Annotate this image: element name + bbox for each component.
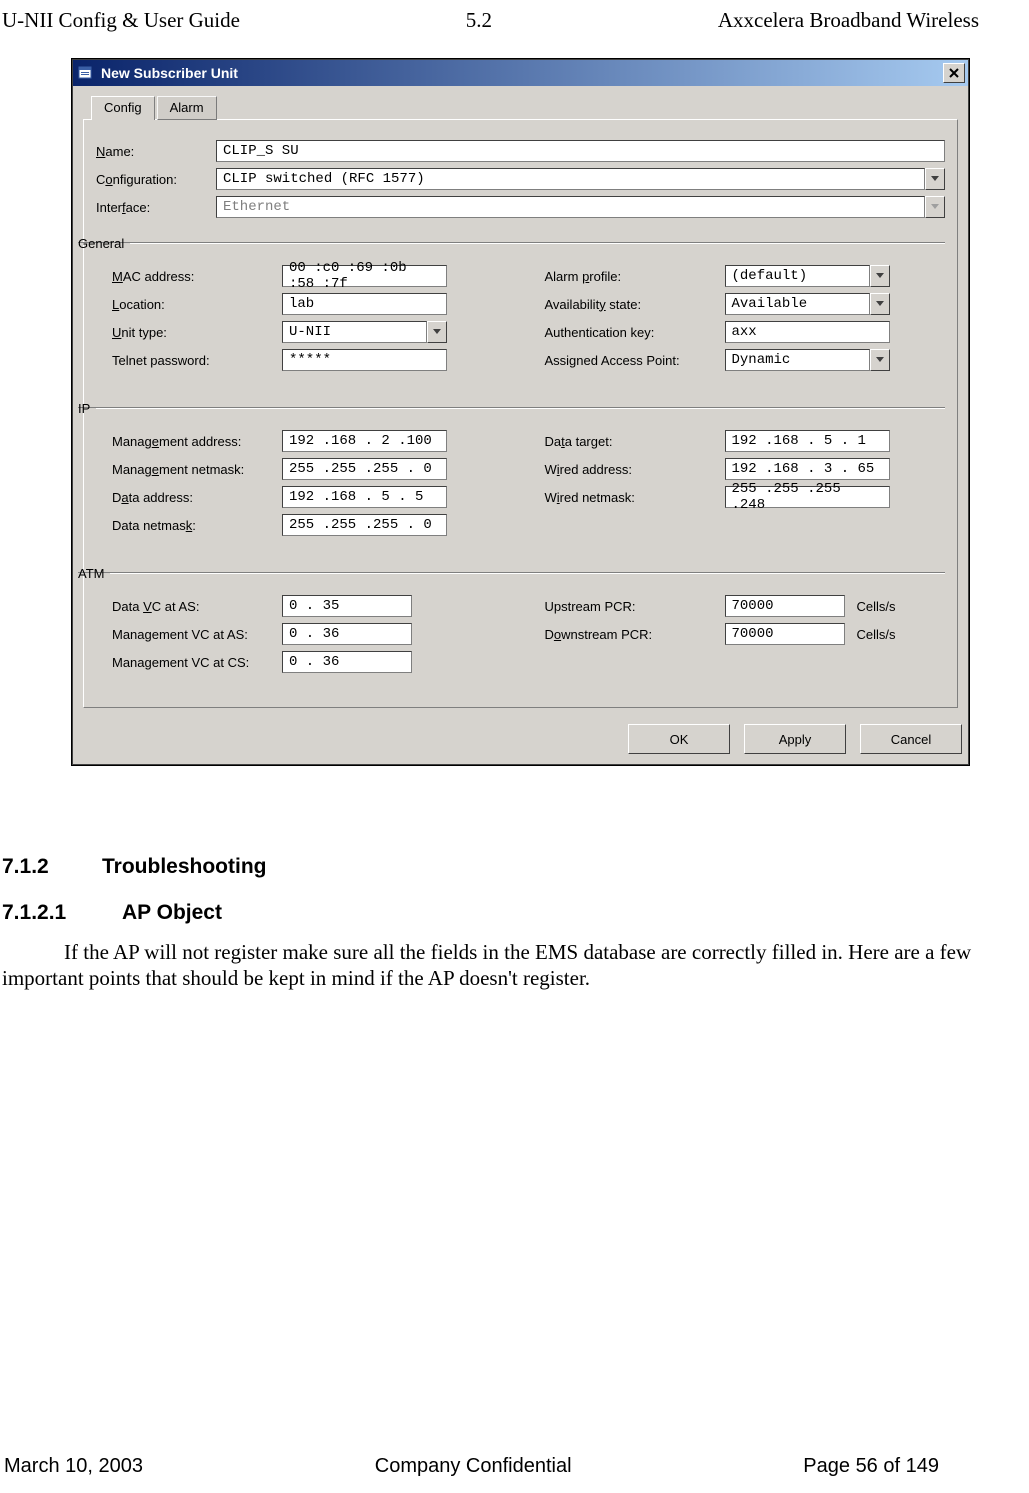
alarm-profile-field[interactable]: (default): [725, 265, 870, 287]
unit-type-field[interactable]: U-NII: [282, 321, 427, 343]
section-title: Troubleshooting: [102, 855, 266, 878]
wired-mask-label: Wired netmask:: [545, 490, 725, 505]
subsection-title: AP Object: [122, 901, 222, 924]
mgmt-addr-field[interactable]: 192 .168 . 2 .100: [282, 430, 447, 452]
mac-label: MAC address:: [112, 269, 282, 284]
configuration-label: Configuration:: [96, 172, 216, 187]
mgmt-mask-label: Management netmask:: [112, 462, 282, 477]
location-field[interactable]: lab: [282, 293, 447, 315]
name-label: Name:: [96, 144, 216, 159]
data-vc-as-label: Data VC at AS:: [112, 599, 282, 614]
mgmt-mask-field[interactable]: 255 .255 .255 . 0: [282, 458, 447, 480]
window-title: New Subscriber Unit: [101, 65, 943, 81]
mgmt-vc-as-field[interactable]: 0 . 36: [282, 623, 412, 645]
availability-label: Availability state:: [545, 297, 725, 312]
close-icon: [949, 68, 959, 78]
telnet-field[interactable]: *****: [282, 349, 447, 371]
location-label: Location:: [112, 297, 282, 312]
apply-button[interactable]: Apply: [744, 724, 846, 754]
titlebar: New Subscriber Unit: [73, 60, 968, 86]
name-field[interactable]: CLIP_S SU: [216, 140, 945, 162]
up-pcr-unit: Cells/s: [857, 599, 896, 614]
ok-button[interactable]: OK: [628, 724, 730, 754]
wired-addr-label: Wired address:: [545, 462, 725, 477]
availability-dropdown[interactable]: [870, 293, 890, 315]
interface-dropdown: [925, 196, 945, 218]
unit-type-label: Unit type:: [112, 325, 282, 340]
doc-footer-center: Company Confidential: [375, 1455, 572, 1478]
body-paragraph: If the AP will not register make sure al…: [2, 939, 989, 992]
configuration-field[interactable]: CLIP switched (RFC 1577): [216, 168, 925, 190]
interface-label: Interface:: [96, 200, 216, 215]
doc-header-right: Axxcelera Broadband Wireless: [718, 8, 979, 33]
data-addr-field[interactable]: 192 .168 . 5 . 5: [282, 486, 447, 508]
assigned-ap-label: Assigned Access Point:: [545, 353, 725, 368]
mgmt-vc-as-label: Management VC at AS:: [112, 627, 282, 642]
down-pcr-label: Downstream PCR:: [545, 627, 725, 642]
chevron-down-icon: [876, 357, 884, 363]
chevron-down-icon: [931, 204, 939, 210]
chevron-down-icon: [876, 273, 884, 279]
unit-type-dropdown[interactable]: [427, 321, 447, 343]
window-icon: [77, 64, 95, 82]
up-pcr-label: Upstream PCR:: [545, 599, 725, 614]
auth-key-label: Authentication key:: [545, 325, 725, 340]
section-7-1-2: 7.1.2Troubleshooting: [2, 855, 989, 879]
wired-addr-field[interactable]: 192 .168 . 3 . 65: [725, 458, 890, 480]
doc-footer-right: Page 56 of 149: [803, 1455, 939, 1478]
subsection-number: 7.1.2.1: [2, 901, 122, 925]
data-vc-as-field[interactable]: 0 . 35: [282, 595, 412, 617]
wired-mask-field[interactable]: 255 .255 .255 .248: [725, 486, 890, 508]
group-general-legend: General: [78, 236, 130, 251]
data-mask-field[interactable]: 255 .255 .255 . 0: [282, 514, 447, 536]
assigned-ap-dropdown[interactable]: [870, 349, 890, 371]
assigned-ap-field[interactable]: Dynamic: [725, 349, 870, 371]
up-pcr-field[interactable]: 70000: [725, 595, 845, 617]
down-pcr-unit: Cells/s: [857, 627, 896, 642]
cancel-button[interactable]: Cancel: [860, 724, 962, 754]
doc-footer-left: March 10, 2003: [4, 1455, 143, 1478]
section-7-1-2-1: 7.1.2.1AP Object: [2, 901, 989, 925]
auth-key-field[interactable]: axx: [725, 321, 890, 343]
section-number: 7.1.2: [2, 855, 102, 879]
down-pcr-field[interactable]: 70000: [725, 623, 845, 645]
chevron-down-icon: [931, 176, 939, 182]
doc-header-center: 5.2: [466, 8, 492, 33]
mgmt-addr-label: Management address:: [112, 434, 282, 449]
mac-field[interactable]: 00 :c0 :69 :0b :58 :7f: [282, 265, 447, 287]
mgmt-vc-cs-label: Management VC at CS:: [112, 655, 282, 670]
group-ip-legend: IP: [78, 401, 96, 416]
data-target-label: Data target:: [545, 434, 725, 449]
tab-alarm[interactable]: Alarm: [157, 96, 217, 120]
mgmt-vc-cs-field[interactable]: 0 . 36: [282, 651, 412, 673]
configuration-dropdown[interactable]: [925, 168, 945, 190]
chevron-down-icon: [876, 301, 884, 307]
chevron-down-icon: [433, 329, 441, 335]
interface-field: Ethernet: [216, 196, 925, 218]
new-subscriber-window: New Subscriber Unit Config Alarm Name: C…: [72, 59, 969, 765]
data-mask-label: Data netmask:: [112, 518, 282, 533]
group-atm-legend: ATM: [78, 566, 110, 581]
alarm-profile-label: Alarm profile:: [545, 269, 725, 284]
availability-field[interactable]: Available: [725, 293, 870, 315]
data-target-field[interactable]: 192 .168 . 5 . 1: [725, 430, 890, 452]
telnet-label: Telnet password:: [112, 353, 282, 368]
tab-config[interactable]: Config: [91, 96, 155, 120]
doc-header-left: U-NII Config & User Guide: [2, 8, 240, 33]
close-button[interactable]: [943, 63, 965, 83]
data-addr-label: Data address:: [112, 490, 282, 505]
alarm-profile-dropdown[interactable]: [870, 265, 890, 287]
